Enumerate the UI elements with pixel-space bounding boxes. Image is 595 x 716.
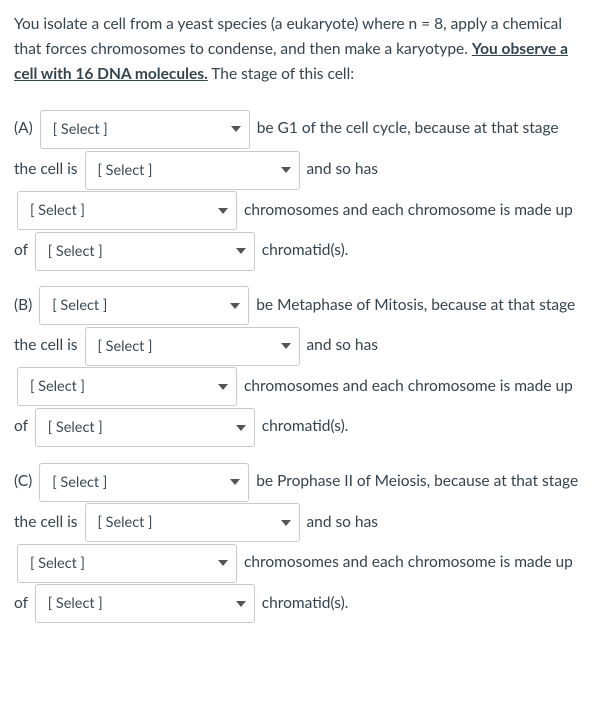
part-a-text-4: chromatid(s). (258, 241, 349, 259)
intro-post: The stage of this cell: (208, 65, 354, 83)
question-intro: You isolate a cell from a yeast species … (14, 12, 581, 86)
part-c-select-3[interactable]: [ Select ] (17, 544, 237, 583)
part-b-label: (B) (14, 296, 32, 314)
part-b-select-2[interactable]: [ Select ] (85, 327, 300, 366)
part-b-select-4[interactable]: [ Select ] (35, 408, 255, 447)
part-b-select-1[interactable]: [ Select ] (39, 286, 249, 325)
part-a-text-2: and so has (303, 160, 379, 178)
part-c-label: (C) (14, 472, 32, 490)
part-c-text-4: chromatid(s). (258, 594, 349, 612)
part-b-select-3[interactable]: [ Select ] (17, 367, 237, 406)
part-a-label: (A) (14, 119, 33, 137)
part-c: (C) [ Select ] be Prophase II of Meiosis… (14, 461, 581, 623)
part-a-select-1[interactable]: [ Select ] (40, 110, 250, 149)
part-c-select-4[interactable]: [ Select ] (35, 584, 255, 623)
part-a-select-3[interactable]: [ Select ] (17, 191, 237, 230)
part-a-select-2[interactable]: [ Select ] (85, 151, 300, 190)
part-c-select-1[interactable]: [ Select ] (39, 463, 249, 502)
part-c-select-2[interactable]: [ Select ] (85, 503, 300, 542)
part-a: (A) [ Select ] be G1 of the cell cycle, … (14, 108, 581, 270)
part-c-text-2: and so has (303, 513, 379, 531)
part-b-text-4: chromatid(s). (258, 417, 349, 435)
part-a-select-4[interactable]: [ Select ] (35, 232, 255, 271)
part-b: (B) [ Select ] be Metaphase of Mitosis, … (14, 285, 581, 447)
part-b-text-2: and so has (303, 336, 379, 354)
